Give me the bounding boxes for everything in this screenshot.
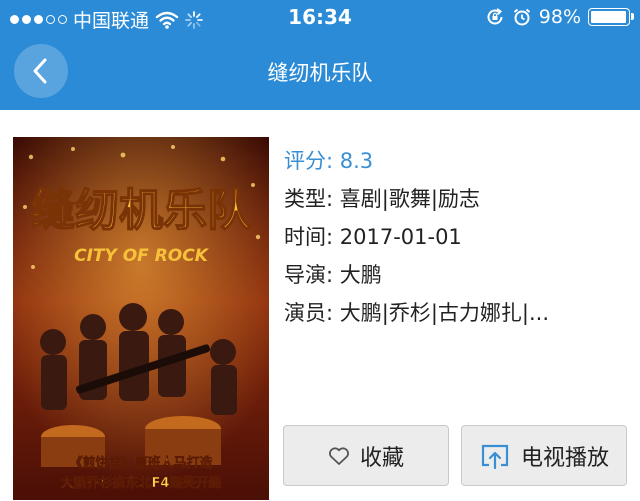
app-header: 中国联通 16:34 98% 缝纫机乐队: [0, 0, 640, 110]
date-text: 时间: 2017-01-01: [284, 225, 462, 249]
status-right: 98%: [485, 6, 634, 28]
cast-to-tv-icon: [481, 444, 509, 469]
favorite-label: 收藏: [359, 445, 404, 471]
battery-percent: 98%: [538, 6, 581, 28]
alarm-icon: [513, 8, 530, 26]
genre-text: 类型: 喜剧|歌舞|励志: [284, 187, 480, 211]
movie-details: 评分: 8.3 类型: 喜剧|歌舞|励志 时间: 2017-01-01 导演: …: [284, 142, 634, 332]
poster-tagline-2: 大鹏乔杉携东北F4爆笑开躁: [61, 475, 222, 491]
cast-text: 演员: 大鹏|乔杉|古力娜扎|...: [284, 301, 550, 325]
director-text: 导演: 大鹏: [284, 263, 382, 287]
poster-tagline-1: 《煎饼侠》原班人马打造: [69, 455, 213, 471]
movie-poster[interactable]: 缝纫机乐队 CITY OF ROCK 《煎饼侠》原班人马打造 大鹏乔杉携东北F4…: [13, 137, 269, 500]
rotation-lock-icon: [487, 8, 503, 25]
status-bar: 中国联通 16:34 98%: [0, 0, 640, 36]
battery-icon: [588, 8, 634, 26]
heart-outline-icon: [329, 446, 349, 465]
tv-play-label: 电视播放: [520, 445, 609, 471]
poster-artwork: 缝纫机乐队 CITY OF ROCK 《煎饼侠》原班人马打造 大鹏乔杉携东北F4…: [13, 137, 269, 500]
poster-subtitle-text: CITY OF ROCK: [74, 246, 210, 266]
page-title: 缝纫机乐队: [267, 61, 373, 85]
poster-title-text: 缝纫机乐队: [31, 185, 252, 236]
favorite-button[interactable]: 收藏: [283, 425, 449, 486]
rating-text: 评分: 8.3: [284, 149, 374, 173]
movie-card: 缝纫机乐队 CITY OF ROCK 《煎饼侠》原班人马打造 大鹏乔杉携东北F4…: [0, 110, 640, 501]
tv-play-button[interactable]: 电视播放: [461, 425, 627, 486]
